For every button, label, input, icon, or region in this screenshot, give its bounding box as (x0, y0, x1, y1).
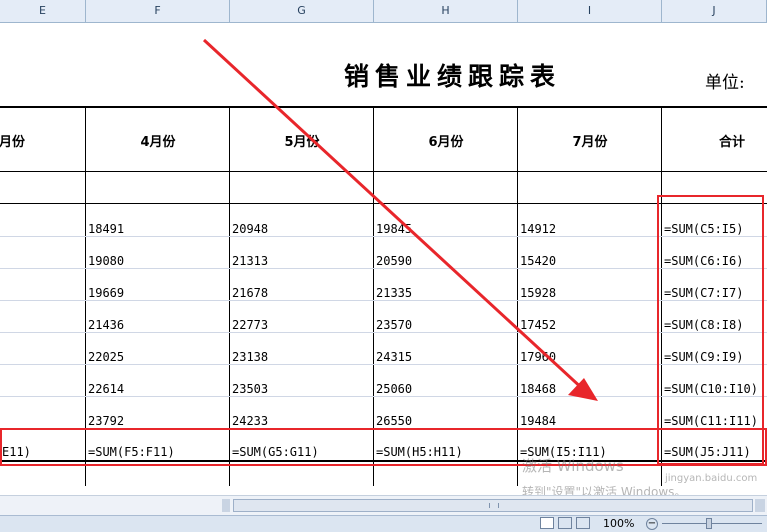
column-header-h[interactable]: H (374, 0, 518, 22)
site-watermark: jingyan.baidu.com (665, 473, 758, 484)
zoom-slider-track[interactable] (662, 523, 762, 524)
activation-watermark: 激活 Windows (522, 457, 624, 475)
normal-view-icon[interactable] (540, 517, 554, 529)
zoom-out-icon[interactable]: − (646, 518, 658, 530)
zoom-slider-thumb[interactable] (706, 518, 712, 529)
page-break-icon[interactable] (576, 517, 590, 529)
scroll-thumb[interactable] (233, 499, 753, 512)
page-layout-icon[interactable] (558, 517, 572, 529)
scroll-right-arrow[interactable] (755, 499, 765, 512)
column-header-f[interactable]: F (86, 0, 230, 22)
column-header-i[interactable]: I (518, 0, 662, 22)
grip-icon (489, 503, 499, 508)
column-header-g[interactable]: G (230, 0, 374, 22)
scroll-left-arrow[interactable] (222, 499, 230, 512)
column-header-j[interactable]: J (662, 0, 767, 22)
activation-watermark-subtext: 转到"设置"以激活 Windows。 (522, 485, 687, 495)
spreadsheet-grid[interactable]: 销售业绩跟踪表 单位: 3月份 4月份 5月份 6月份 7月份 合计 18491… (0, 23, 767, 495)
status-bar: 100% − (0, 515, 767, 532)
column-header-bar: E F G H I J (0, 0, 767, 23)
horizontal-scrollbar[interactable] (0, 495, 767, 516)
column-header-e[interactable]: E (0, 0, 86, 22)
zoom-level[interactable]: 100% (603, 517, 634, 530)
red-arrow-icon (202, 38, 598, 401)
